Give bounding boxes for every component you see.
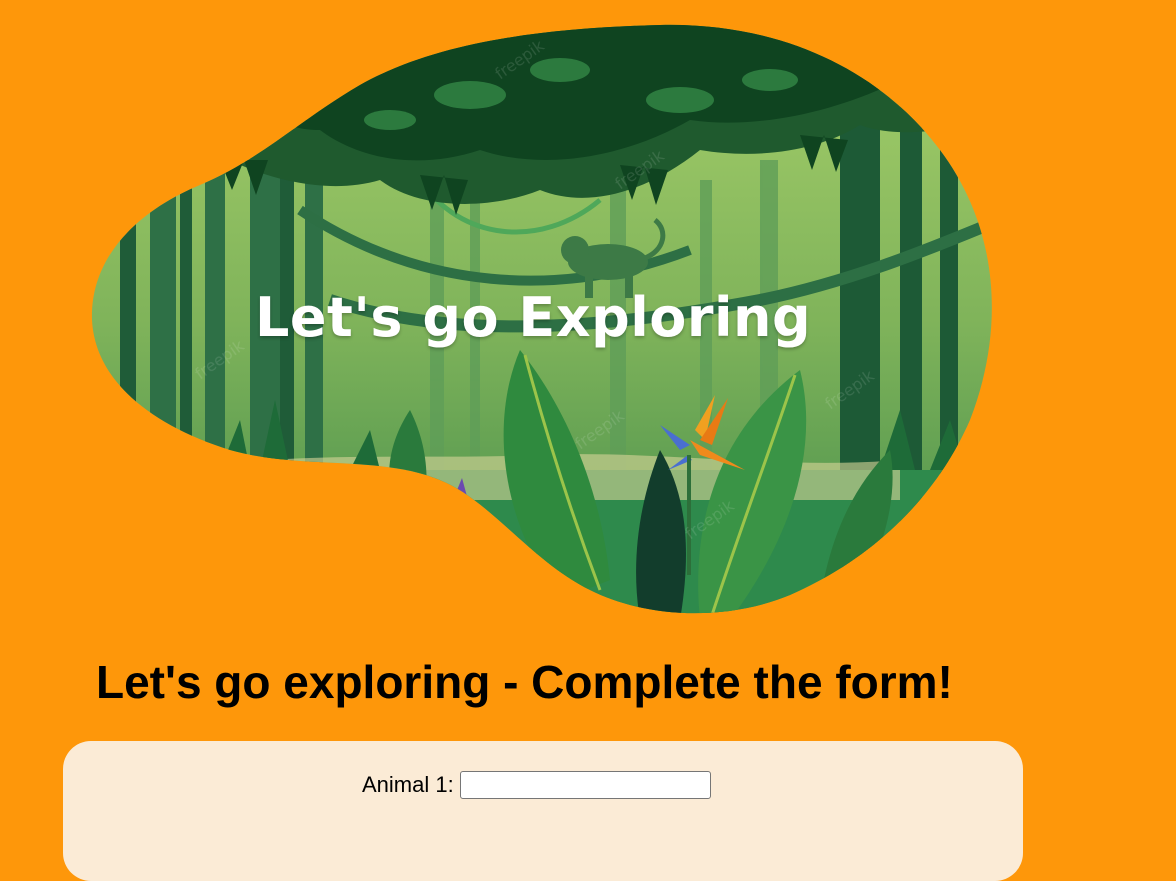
animal-1-field-row: Animal 1: — [362, 771, 711, 799]
form-heading: Let's go exploring - Complete the form! — [96, 656, 953, 708]
form-panel: Animal 1: — [63, 741, 1023, 881]
animal-1-input[interactable] — [459, 771, 711, 799]
hero-title: Let's go Exploring — [255, 286, 812, 349]
hero-banner: freepik freepik freepik freepik freepik … — [0, 0, 1176, 630]
animal-1-label: Animal 1: — [362, 772, 454, 797]
